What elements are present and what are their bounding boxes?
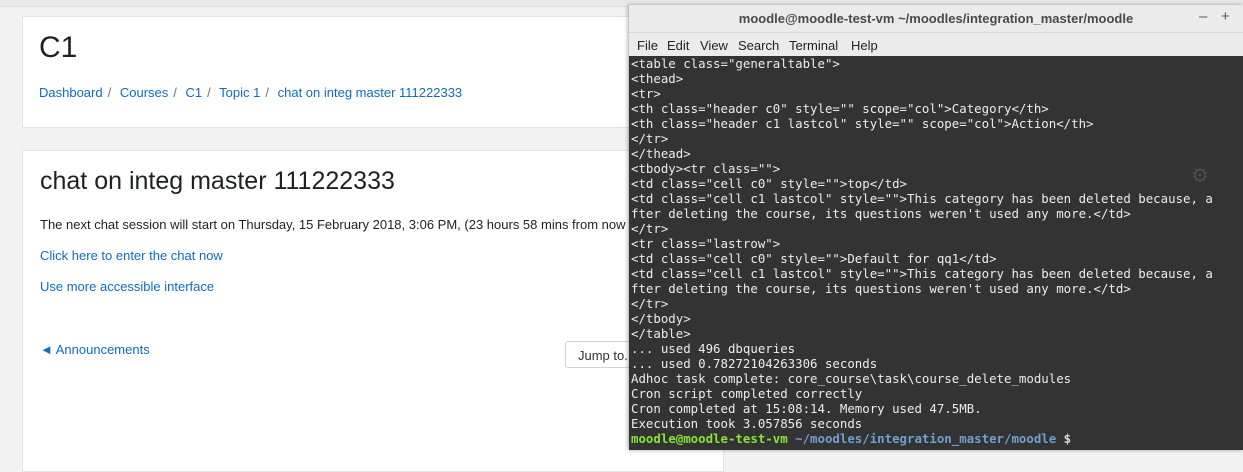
breadcrumb-separator: / bbox=[265, 85, 269, 100]
breadcrumb-courses[interactable]: Courses bbox=[120, 85, 168, 100]
terminal-line: Cron completed at 15:08:14. Memory used … bbox=[631, 401, 982, 416]
terminal-line: <tr class="lastrow"> bbox=[631, 236, 781, 251]
menu-file[interactable]: File bbox=[637, 38, 658, 53]
next-session-text: The next chat session will start on Thur… bbox=[40, 217, 626, 232]
breadcrumb-separator: / bbox=[107, 85, 112, 100]
page-header-card: C1 Dashboard / Courses / C1 / Topic 1 / chat… bbox=[22, 16, 724, 128]
breadcrumb-separator: / bbox=[207, 85, 211, 100]
activity-title: chat on integ master 111222333 bbox=[40, 167, 395, 195]
terminal-line: ... used 0.78272104263306 seconds bbox=[631, 356, 878, 371]
minimize-icon[interactable]: – bbox=[1199, 8, 1207, 25]
terminal-line: Adhoc task complete: core_course\task\co… bbox=[631, 371, 1072, 386]
terminal-line: <thead> bbox=[631, 71, 684, 86]
breadcrumb: Dashboard / Courses / C1 / Topic 1 / chat on… bbox=[39, 85, 462, 100]
breadcrumb-dashboard[interactable]: Dashboard bbox=[39, 85, 103, 100]
enter-chat-link[interactable]: Click here to enter the chat now bbox=[40, 248, 223, 263]
menu-edit[interactable]: Edit bbox=[667, 38, 689, 53]
prompt-user: moodle@moodle-test-vm bbox=[631, 431, 788, 446]
terminal-line: <td class="cell c1 lastcol" style="">Thi… bbox=[631, 191, 1213, 206]
terminal-titlebar[interactable]: moodle@moodle-test-vm ~/moodles/integrat… bbox=[629, 5, 1243, 33]
prompt-path: ~/moodles/integration_master/moodle bbox=[787, 431, 1057, 446]
breadcrumb-topic-1[interactable]: Topic 1 bbox=[219, 85, 260, 100]
terminal-line: </tr> bbox=[631, 131, 669, 146]
terminal-line: Cron script completed correctly bbox=[631, 386, 863, 401]
terminal-line: fter deleting the course, its questions … bbox=[631, 281, 1131, 296]
activity-card: chat on integ master 111222333 The next … bbox=[22, 150, 724, 472]
terminal-line: </tr> bbox=[631, 296, 669, 311]
terminal-window[interactable]: moodle@moodle-test-vm ~/moodles/integrat… bbox=[629, 5, 1243, 450]
previous-activity-link[interactable]: ◄ Announcements bbox=[40, 342, 150, 357]
accessible-interface-link[interactable]: Use more accessible interface bbox=[40, 279, 214, 294]
gear-icon: ⚙ bbox=[1191, 165, 1209, 187]
breadcrumb-c1[interactable]: C1 bbox=[186, 85, 203, 100]
terminal-line: </tr> bbox=[631, 221, 669, 236]
breadcrumb-chat[interactable]: chat on integ master 111222333 bbox=[278, 85, 463, 100]
prompt-sign: $ bbox=[1056, 431, 1072, 446]
terminal-line: <td class="cell c0" style="">Default for… bbox=[631, 251, 997, 266]
terminal-line: </table> bbox=[631, 326, 691, 341]
terminal-line: </tbody> bbox=[631, 311, 691, 326]
terminal-line: <tr> bbox=[631, 86, 661, 101]
terminal-line: fter deleting the course, its questions … bbox=[631, 206, 1131, 221]
terminal-line: ... used 496 dbqueries bbox=[631, 341, 796, 356]
terminal-line: <tbody><tr class=""> bbox=[631, 161, 781, 176]
terminal-output[interactable]: ⚙ <table class="generaltable"> <thead> <… bbox=[629, 56, 1243, 450]
terminal-line: Execution took 3.057856 seconds bbox=[631, 416, 863, 431]
course-title: C1 bbox=[39, 31, 78, 64]
terminal-menubar: File Edit View Search Terminal Help bbox=[629, 33, 1243, 56]
menu-terminal[interactable]: Terminal bbox=[789, 38, 838, 53]
terminal-line: <table class="generaltable"> bbox=[631, 56, 840, 71]
menu-search[interactable]: Search bbox=[738, 38, 779, 53]
terminal-line: <td class="cell c0" style="">top</td> bbox=[631, 176, 908, 191]
terminal-line: </thead> bbox=[631, 146, 691, 161]
terminal-line: <td class="cell c1 lastcol" style="">Thi… bbox=[631, 266, 1213, 281]
terminal-line: <th class="header c0" style="" scope="co… bbox=[631, 101, 1049, 116]
menu-help[interactable]: Help bbox=[851, 38, 878, 53]
terminal-prompt[interactable]: moodle@moodle-test-vm ~/moodles/integrat… bbox=[631, 431, 1071, 446]
maximize-icon[interactable]: + bbox=[1221, 8, 1230, 25]
breadcrumb-separator: / bbox=[173, 85, 177, 100]
menu-view[interactable]: View bbox=[700, 38, 728, 53]
terminal-line: <th class="header c1 lastcol" style="" s… bbox=[631, 116, 1094, 131]
terminal-title: moodle@moodle-test-vm ~/moodles/integrat… bbox=[738, 11, 1134, 26]
